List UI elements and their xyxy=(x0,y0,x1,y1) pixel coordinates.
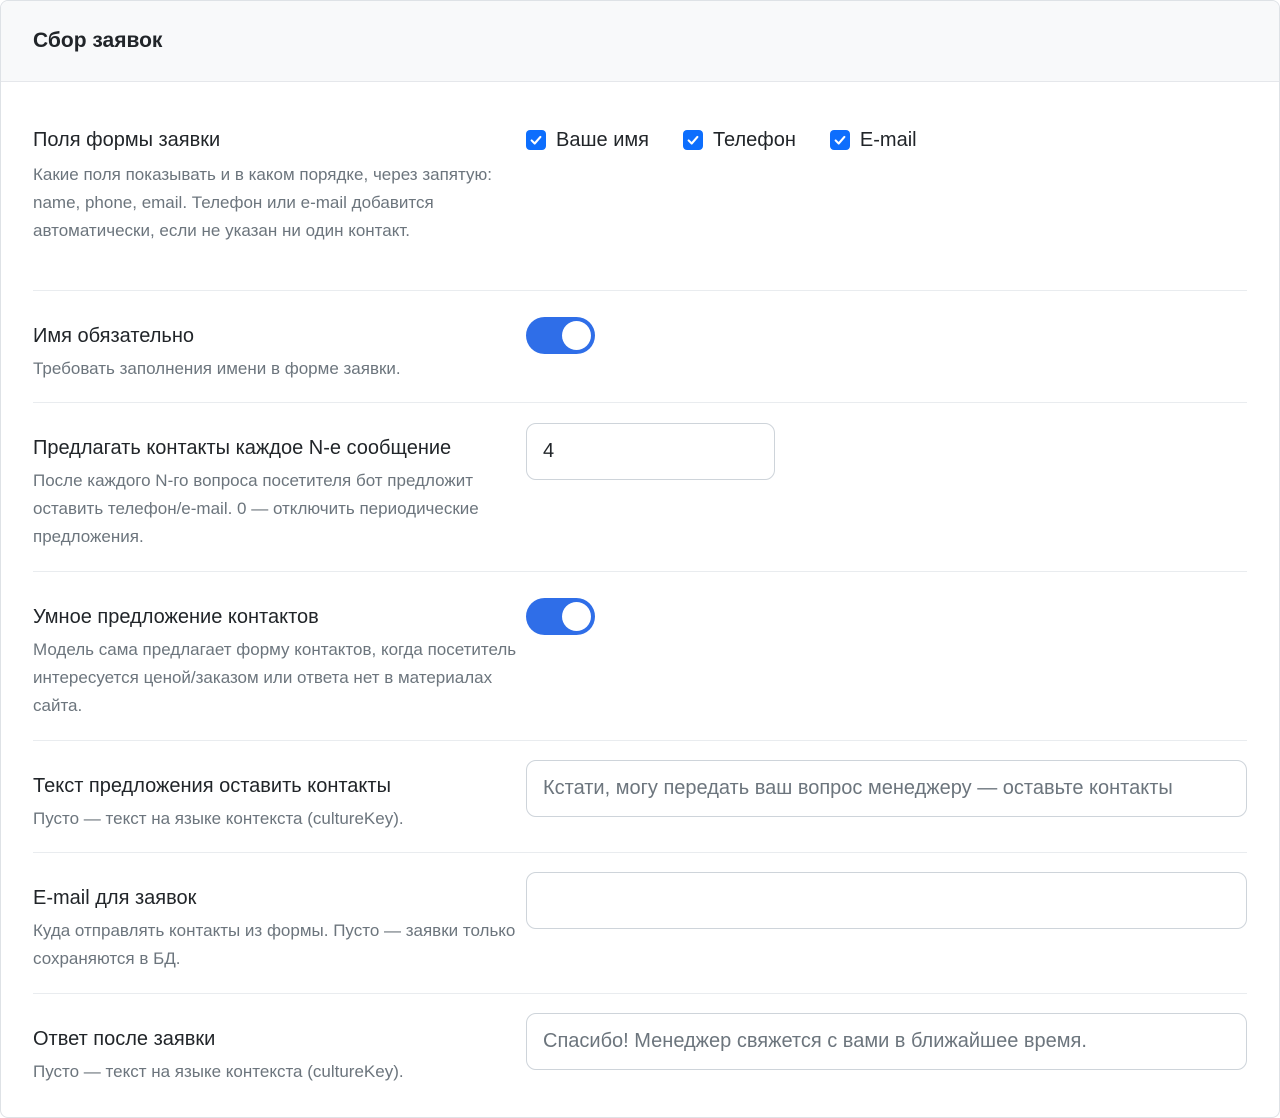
checkbox-checked-icon xyxy=(526,130,546,150)
email-help: Куда отправлять контакты из формы. Пусто… xyxy=(33,921,516,968)
setting-row-email: E-mail для заявок Куда отправлять контак… xyxy=(33,853,1247,994)
name-required-toggle[interactable] xyxy=(526,317,595,354)
setting-row-offer-every-n: Предлагать контакты каждое N-е сообщение… xyxy=(33,403,1247,572)
offer-every-n-help: После каждого N-го вопроса посетителя бо… xyxy=(33,471,479,546)
toggle-knob xyxy=(562,321,591,350)
reply-input[interactable] xyxy=(526,1013,1247,1070)
offer-every-n-label: Предлагать контакты каждое N-е сообщение xyxy=(33,437,452,459)
reply-help: Пусто — текст на языке контекста (cultur… xyxy=(33,1062,404,1081)
smart-offer-toggle[interactable] xyxy=(526,598,595,635)
setting-row-offer-text: Текст предложения оставить контакты Пуст… xyxy=(33,741,1247,853)
checkbox-email-label: E-mail xyxy=(859,128,917,151)
setting-row-name-required: Имя обязательно Требовать заполнения име… xyxy=(33,291,1247,403)
card-title: Сбор заявок xyxy=(33,29,163,52)
smart-offer-label: Умное предложение контактов xyxy=(33,606,319,628)
card-header: Сбор заявок xyxy=(1,1,1279,82)
form-fields-help: Какие поля показывать и в каком порядке,… xyxy=(33,165,492,240)
email-label: E-mail для заявок xyxy=(33,887,197,909)
checkbox-name-label: Ваше имя xyxy=(556,128,649,151)
toggle-knob xyxy=(562,602,591,631)
setting-row-form-fields: Поля формы заявки Какие поля показывать … xyxy=(33,82,1247,291)
smart-offer-help: Модель сама предлагает форму контактов, … xyxy=(33,640,517,715)
checkbox-name[interactable]: Ваше имя xyxy=(526,129,649,152)
card-body: Поля формы заявки Какие поля показывать … xyxy=(1,82,1279,1116)
offer-every-n-input[interactable] xyxy=(526,423,775,480)
offer-text-help: Пусто — текст на языке контекста (cultur… xyxy=(33,809,404,828)
checkbox-email[interactable]: E-mail xyxy=(829,128,917,152)
lead-collection-card: Сбор заявок Поля формы заявки Какие поля… xyxy=(0,0,1280,1118)
form-fields-checkboxes: Ваше имя Телефон E-mail xyxy=(526,127,1247,153)
checkbox-phone-label: Телефон xyxy=(712,128,796,151)
name-required-label: Имя обязательно xyxy=(33,325,194,347)
name-required-help: Требовать заполнения имени в форме заявк… xyxy=(33,359,401,378)
offer-text-label: Текст предложения оставить контакты xyxy=(33,775,391,797)
checkbox-checked-icon xyxy=(829,130,850,150)
offer-text-input[interactable] xyxy=(526,760,1247,817)
checkbox-checked-icon xyxy=(682,130,703,150)
setting-row-smart-offer: Умное предложение контактов Модель сама … xyxy=(33,572,1247,741)
checkbox-phone[interactable]: Телефон xyxy=(682,128,796,152)
email-input[interactable] xyxy=(526,872,1247,929)
form-fields-label: Поля формы заявки xyxy=(33,129,221,151)
reply-label: Ответ после заявки xyxy=(33,1028,216,1050)
setting-row-reply: Ответ после заявки Пусто — текст на язык… xyxy=(33,994,1247,1116)
